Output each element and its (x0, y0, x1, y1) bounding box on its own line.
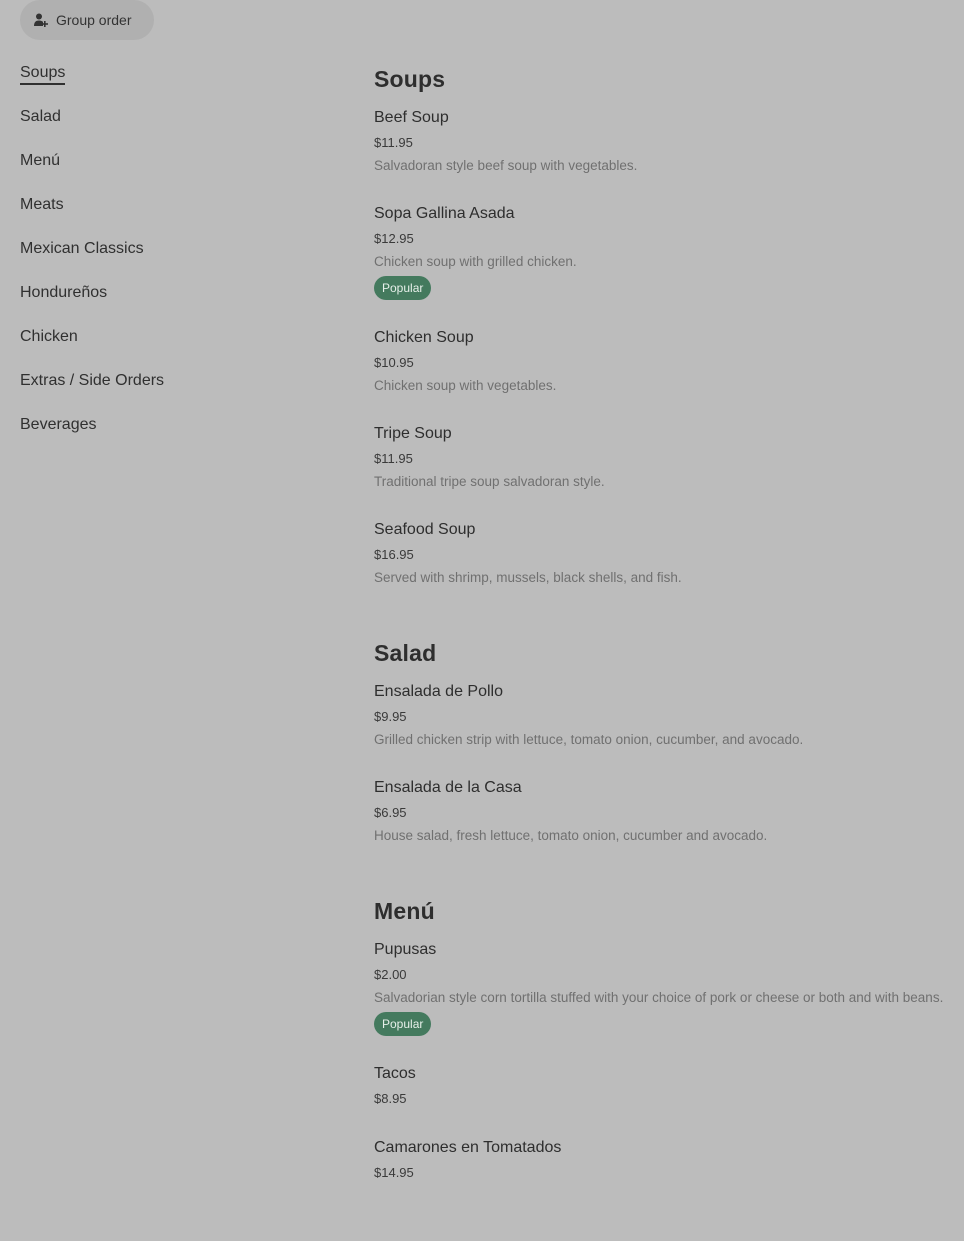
item-description: Grilled chicken strip with lettuce, toma… (374, 732, 804, 747)
menu-content: Soups Beef Soup $11.95 Salvadoran style … (374, 62, 944, 1210)
sidebar-item-salad[interactable]: Salad (20, 102, 320, 146)
menu-item[interactable]: Pupusas $2.00 Salvadorian style corn tor… (374, 938, 944, 1036)
item-price: $2.00 (374, 967, 407, 982)
menu-item[interactable]: Seafood Soup $16.95 Served with shrimp, … (374, 518, 944, 588)
sidebar-item-meats[interactable]: Meats (20, 190, 320, 234)
item-price: $6.95 (374, 805, 407, 820)
sidebar-item-chicken[interactable]: Chicken (20, 322, 320, 366)
item-name: Tripe Soup (374, 425, 452, 442)
popular-badge: Popular (374, 276, 432, 300)
menu-item[interactable]: Camarones en Tomatados $14.95 (374, 1136, 944, 1184)
item-description: Chicken soup with grilled chicken. (374, 254, 577, 269)
sidebar-item-beverages[interactable]: Beverages (20, 410, 320, 454)
item-description: Salvadoran style beef soup with vegetabl… (374, 158, 638, 173)
popular-badge: Popular (374, 1012, 432, 1036)
item-description: Chicken soup with vegetables. (374, 378, 557, 393)
menu-item[interactable]: Beef Soup $11.95 Salvadoran style beef s… (374, 106, 944, 176)
section-soups: Soups Beef Soup $11.95 Salvadoran style … (374, 62, 944, 588)
item-price: $12.95 (374, 231, 414, 246)
sidebar-item-menu[interactable]: Menú (20, 146, 320, 190)
item-description: Salvadorian style corn tortilla stuffed … (374, 990, 944, 1005)
item-description: Traditional tripe soup salvadoran style. (374, 474, 605, 489)
item-price: $11.95 (374, 135, 413, 150)
item-price: $16.95 (374, 547, 414, 562)
menu-item[interactable]: Ensalada de Pollo $9.95 Grilled chicken … (374, 680, 944, 750)
item-name: Beef Soup (374, 109, 449, 126)
item-name: Camarones en Tomatados (374, 1139, 562, 1156)
item-price: $14.95 (374, 1165, 414, 1180)
item-price: $10.95 (374, 355, 414, 370)
item-price: $9.95 (374, 709, 407, 724)
section-title: Salad (374, 640, 437, 666)
item-name: Ensalada de Pollo (374, 683, 503, 700)
add-person-icon (32, 11, 50, 29)
sidebar-item-mexican-classics[interactable]: Mexican Classics (20, 234, 320, 278)
section-menu: Menú Pupusas $2.00 Salvadorian style cor… (374, 894, 944, 1184)
item-description: Served with shrimp, mussels, black shell… (374, 570, 682, 585)
category-sidebar: Soups Salad Menú Meats Mexican Classics … (20, 58, 320, 454)
section-title: Soups (374, 66, 446, 92)
item-name: Tacos (374, 1065, 416, 1082)
group-order-button[interactable]: Group order (20, 0, 154, 40)
sidebar-item-hondurenos[interactable]: Hondureños (20, 278, 320, 322)
item-name: Seafood Soup (374, 521, 476, 538)
item-name: Sopa Gallina Asada (374, 205, 515, 222)
sidebar-item-soups[interactable]: Soups (20, 58, 320, 102)
item-name: Chicken Soup (374, 329, 474, 346)
sidebar-item-extras[interactable]: Extras / Side Orders (20, 366, 320, 410)
section-salad: Salad Ensalada de Pollo $9.95 Grilled ch… (374, 636, 944, 846)
menu-item[interactable]: Tacos $8.95 (374, 1062, 944, 1110)
item-description: House salad, fresh lettuce, tomato onion… (374, 828, 768, 843)
section-title: Menú (374, 898, 435, 924)
item-price: $11.95 (374, 451, 413, 466)
item-name: Ensalada de la Casa (374, 779, 522, 796)
menu-item[interactable]: Sopa Gallina Asada $12.95 Chicken soup w… (374, 202, 944, 300)
item-price: $8.95 (374, 1091, 407, 1106)
menu-item[interactable]: Tripe Soup $11.95 Traditional tripe soup… (374, 422, 944, 492)
menu-item[interactable]: Ensalada de la Casa $6.95 House salad, f… (374, 776, 944, 846)
item-name: Pupusas (374, 941, 437, 958)
menu-item[interactable]: Chicken Soup $10.95 Chicken soup with ve… (374, 326, 944, 396)
group-order-label: Group order (56, 12, 132, 28)
